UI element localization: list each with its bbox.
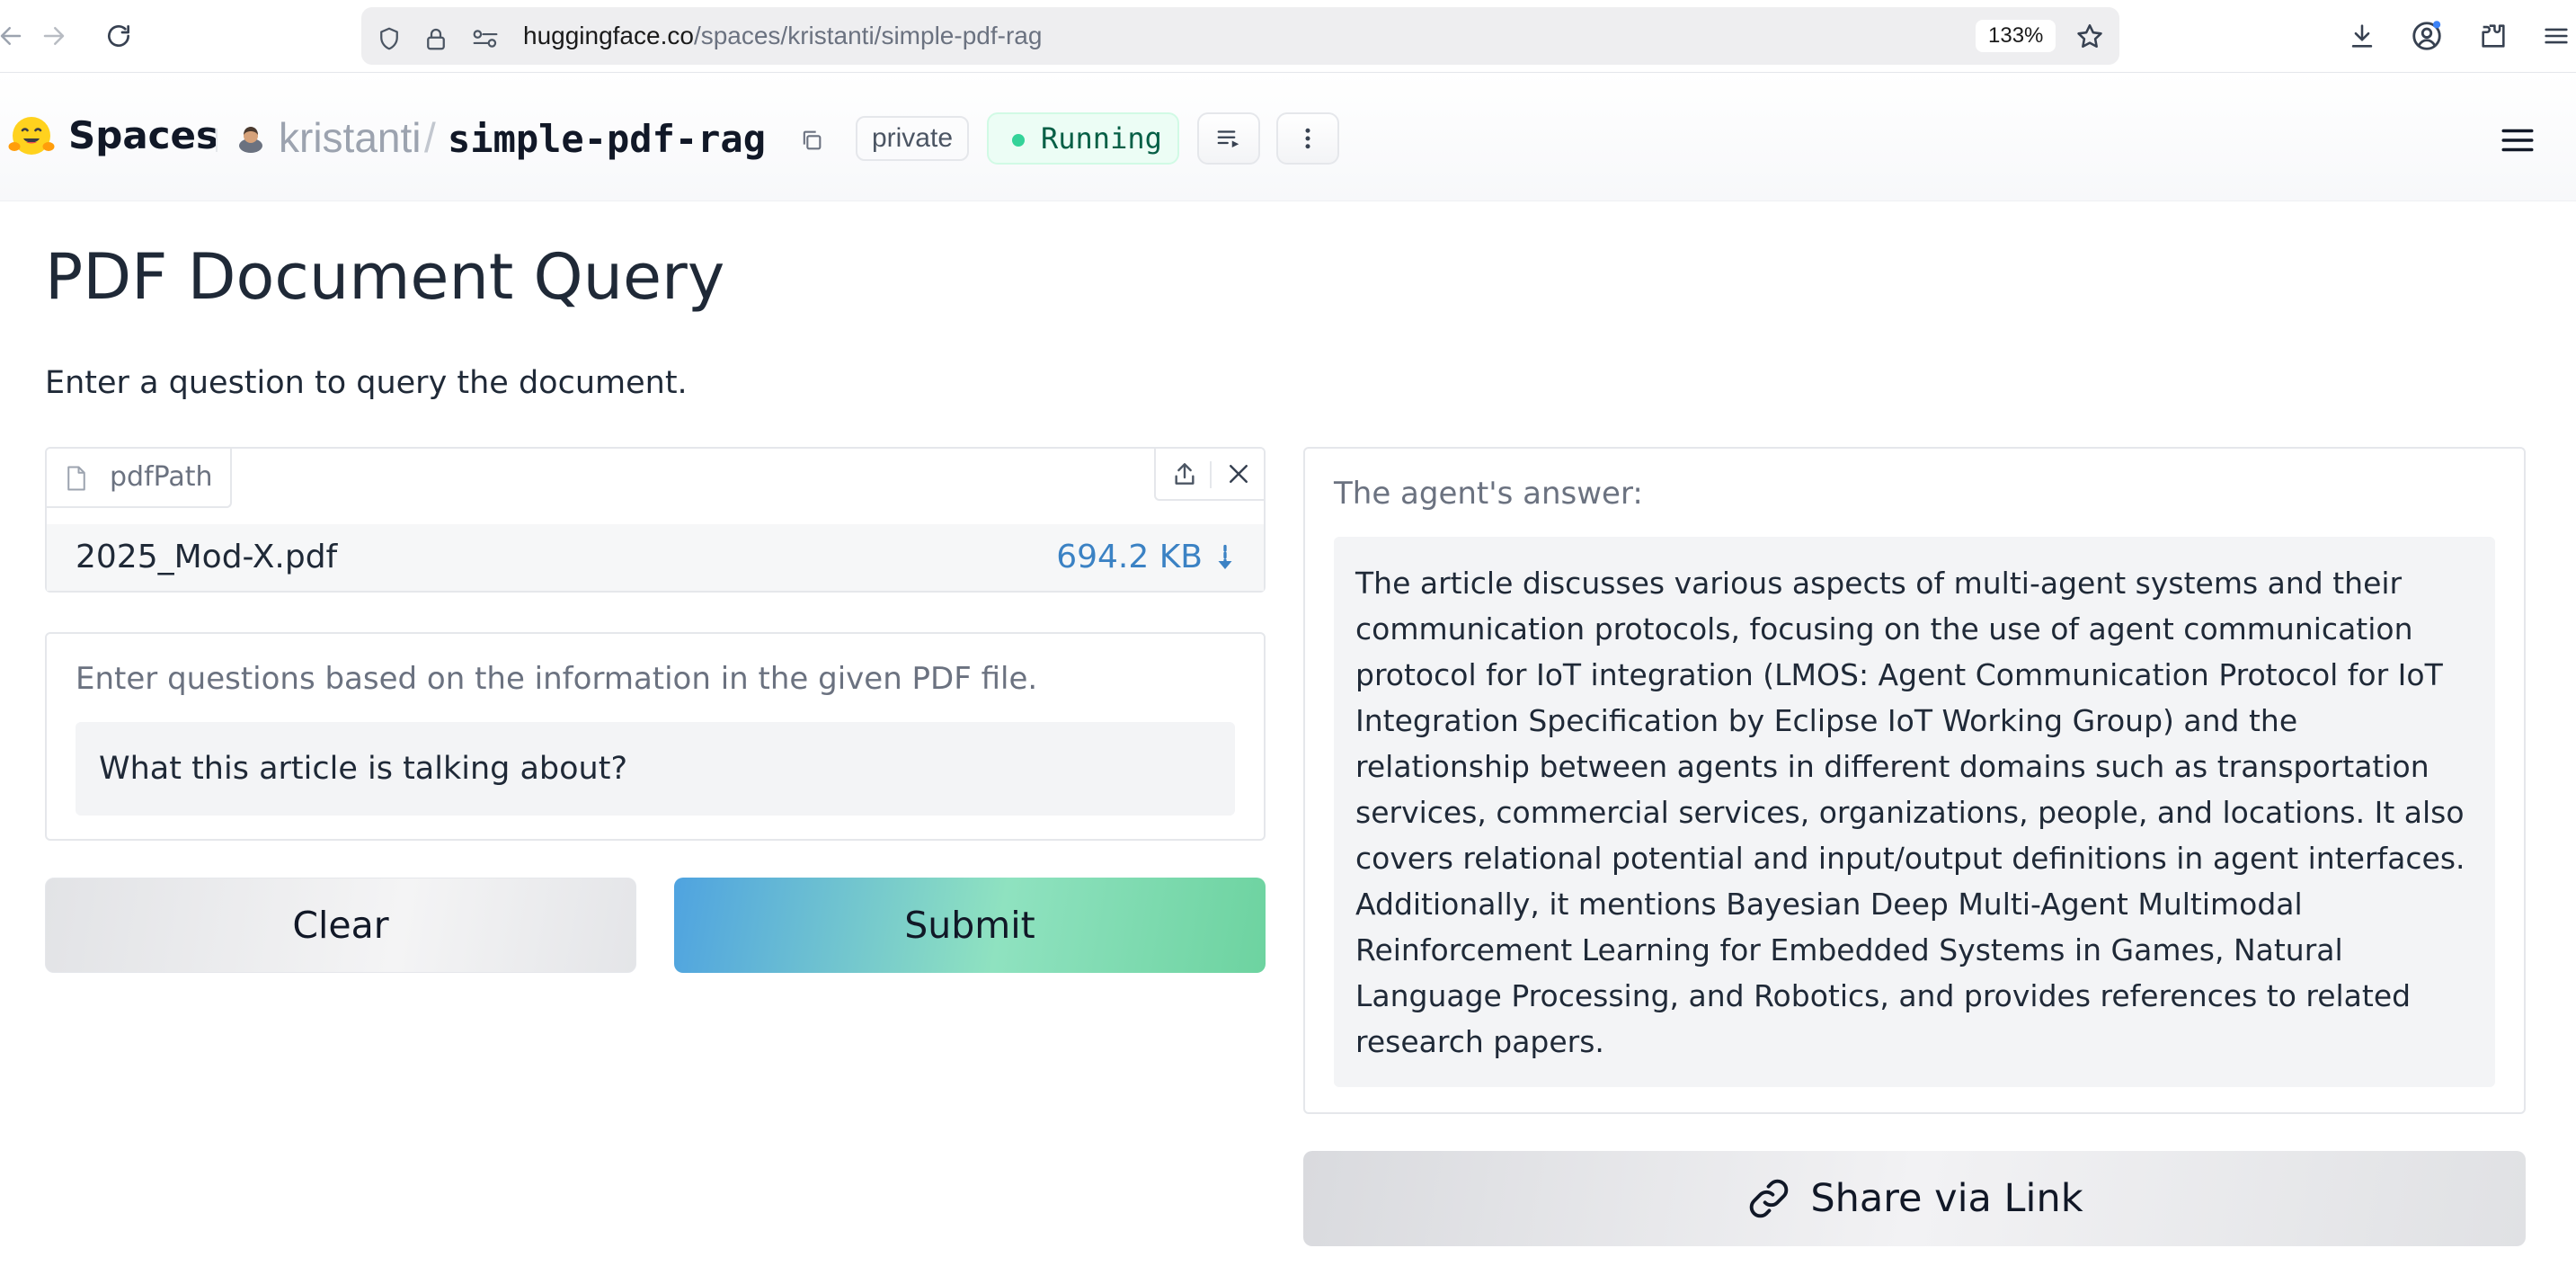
uploaded-file-row[interactable]: 2025_Mod-X.pdf 694.2 KB	[47, 524, 1264, 591]
question-input[interactable]	[76, 722, 1235, 816]
answer-text: The article discusses various aspects of…	[1334, 537, 2495, 1087]
url-path: /spaces/kristanti/simple-pdf-rag	[693, 22, 1043, 49]
spaces-header: Spaces kristanti / simple-pdf-rag privat…	[0, 73, 2576, 201]
path-separator: /	[424, 114, 436, 161]
url-text[interactable]: huggingface.co/spaces/kristanti/simple-p…	[523, 22, 1042, 50]
owner-avatar-icon[interactable]	[235, 123, 266, 154]
lock-icon[interactable]	[422, 25, 449, 52]
submit-button[interactable]: Submit	[674, 878, 1266, 973]
owner-link[interactable]: kristanti	[279, 112, 421, 163]
file-input-label: pdfPath	[47, 449, 232, 508]
share-via-link-button[interactable]: Share via Link	[1303, 1151, 2526, 1246]
status-dot	[1012, 134, 1025, 147]
copy-icon[interactable]	[796, 125, 827, 156]
address-bar[interactable]: huggingface.co/spaces/kristanti/simple-p…	[361, 7, 2119, 65]
status-badge[interactable]: Running	[987, 112, 1179, 165]
page-description: Enter a question to query the document.	[45, 365, 688, 401]
file-actions	[1154, 449, 1264, 501]
browser-toolbar: huggingface.co/spaces/kristanti/simple-p…	[0, 0, 2576, 73]
answer-label: The agent's answer:	[1334, 476, 1643, 512]
shield-icon[interactable]	[376, 25, 403, 52]
upload-icon[interactable]	[1167, 458, 1203, 490]
extensions-icon[interactable]	[2474, 16, 2513, 56]
menu-icon[interactable]	[2536, 16, 2576, 56]
spaces-link[interactable]: Spaces	[68, 111, 218, 161]
file-icon	[65, 465, 88, 492]
site-settings-icon[interactable]	[471, 25, 500, 52]
file-input-label-text: pdfPath	[110, 461, 213, 493]
close-icon[interactable]	[1221, 458, 1257, 490]
reload-icon[interactable]	[101, 18, 137, 54]
header-divider	[216, 129, 218, 152]
question-label: Enter questions based on the information…	[76, 661, 1038, 697]
hugging-face-logo-icon[interactable]	[7, 112, 56, 161]
account-icon[interactable]	[2407, 16, 2447, 56]
status-text: Running	[1041, 121, 1162, 156]
more-options-button[interactable]	[1276, 112, 1339, 165]
visibility-badge: private	[856, 116, 969, 161]
playlist-icon	[1215, 125, 1242, 152]
forward-arrow-icon[interactable]	[36, 18, 72, 54]
page-title: PDF Document Query	[45, 240, 725, 314]
zoom-level-badge[interactable]: 133%	[1976, 20, 2056, 52]
link-icon	[1745, 1175, 1792, 1222]
back-arrow-icon[interactable]	[0, 18, 29, 54]
download-icon[interactable]	[1212, 542, 1239, 575]
more-vertical-icon	[1294, 125, 1321, 152]
file-actions-divider	[1210, 461, 1212, 488]
star-icon[interactable]	[2074, 22, 2105, 52]
clear-button[interactable]: Clear	[45, 878, 636, 973]
file-size: 694.2 KB	[1056, 539, 1203, 575]
url-domain: huggingface.co	[523, 22, 694, 49]
repo-name-link[interactable]: simple-pdf-rag	[448, 114, 766, 165]
file-name: 2025_Mod-X.pdf	[76, 539, 338, 575]
answer-block: The agent's answer: The article discusse…	[1303, 447, 2526, 1114]
logs-button[interactable]	[1197, 112, 1260, 165]
share-button-label: Share via Link	[1810, 1176, 2083, 1221]
pdf-file-input[interactable]: pdfPath 2025_Mod-X.pdf 694.2 KB	[45, 447, 1266, 593]
download-icon[interactable]	[2342, 16, 2382, 56]
question-block: Enter questions based on the information…	[45, 632, 1266, 841]
hamburger-menu-icon[interactable]	[2497, 120, 2538, 161]
